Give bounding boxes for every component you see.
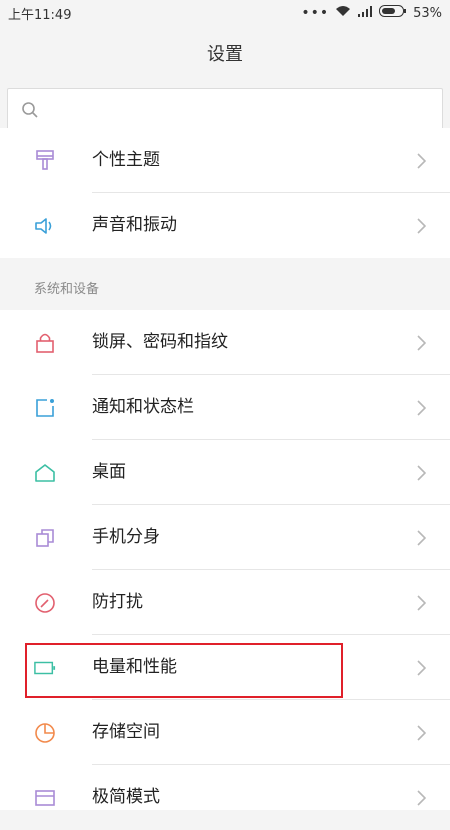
wifi-icon bbox=[335, 5, 351, 21]
chevron-right-icon bbox=[416, 335, 427, 355]
row-label: 声音和振动 bbox=[92, 215, 177, 235]
chevron-right-icon bbox=[416, 725, 427, 745]
signal-icon bbox=[357, 5, 373, 21]
row-label: 存储空间 bbox=[92, 722, 160, 742]
page-title: 设置 bbox=[0, 26, 450, 80]
row-label: 通知和状态栏 bbox=[92, 397, 194, 417]
row-lite-mode[interactable]: 极简模式 bbox=[0, 765, 450, 830]
status-time: 上午11:49 bbox=[8, 7, 72, 23]
battery-icon bbox=[34, 657, 56, 679]
system-device-group: 锁屏、密码和指纹 通知和状态栏 桌面 手机分身 防打扰 电量和性能 存储空间 极… bbox=[0, 310, 450, 810]
home-icon bbox=[34, 462, 56, 484]
lock-icon bbox=[34, 332, 56, 354]
row-label: 防打扰 bbox=[92, 592, 143, 612]
chevron-right-icon bbox=[416, 530, 427, 550]
row-label: 个性主题 bbox=[92, 150, 160, 170]
row-label: 极简模式 bbox=[92, 787, 160, 807]
chevron-right-icon bbox=[416, 660, 427, 680]
row-sound[interactable]: 声音和振动 bbox=[0, 193, 450, 258]
notification-icon bbox=[34, 397, 56, 419]
chevron-right-icon bbox=[416, 218, 427, 238]
row-do-not-disturb[interactable]: 防打扰 bbox=[0, 570, 450, 635]
storage-pie-icon bbox=[34, 722, 56, 744]
row-theme[interactable]: 个性主题 bbox=[0, 128, 450, 193]
section-title: 系统和设备 bbox=[34, 282, 100, 297]
chevron-right-icon bbox=[416, 153, 427, 173]
row-desktop[interactable]: 桌面 bbox=[0, 440, 450, 505]
row-notification[interactable]: 通知和状态栏 bbox=[0, 375, 450, 440]
chevron-right-icon bbox=[416, 400, 427, 420]
search-input[interactable] bbox=[52, 97, 426, 125]
theme-brush-icon bbox=[34, 150, 56, 172]
chevron-right-icon bbox=[416, 790, 427, 810]
row-storage[interactable]: 存储空间 bbox=[0, 700, 450, 765]
speaker-icon bbox=[34, 215, 56, 237]
chevron-right-icon bbox=[416, 465, 427, 485]
search-box[interactable] bbox=[7, 88, 443, 132]
row-battery-performance[interactable]: 电量和性能 bbox=[0, 635, 450, 700]
search-icon bbox=[21, 101, 39, 123]
row-label: 电量和性能 bbox=[92, 657, 177, 677]
row-second-space[interactable]: 手机分身 bbox=[0, 505, 450, 570]
battery-percent: 53% bbox=[413, 5, 442, 21]
row-label: 桌面 bbox=[92, 462, 126, 482]
status-bar: 上午11:49 ••• 53% bbox=[0, 0, 450, 26]
chevron-right-icon bbox=[416, 595, 427, 615]
row-label: 锁屏、密码和指纹 bbox=[92, 332, 228, 352]
battery-status-icon bbox=[379, 5, 407, 21]
do-not-disturb-icon bbox=[34, 592, 56, 614]
row-lock-screen[interactable]: 锁屏、密码和指纹 bbox=[0, 310, 450, 375]
lite-mode-icon bbox=[34, 787, 56, 809]
personalization-group: 个性主题 声音和振动 bbox=[0, 128, 450, 258]
second-space-icon bbox=[34, 527, 56, 549]
status-icons: ••• 53% bbox=[301, 5, 442, 21]
more-dots-icon: ••• bbox=[301, 5, 330, 21]
row-label: 手机分身 bbox=[92, 527, 160, 547]
